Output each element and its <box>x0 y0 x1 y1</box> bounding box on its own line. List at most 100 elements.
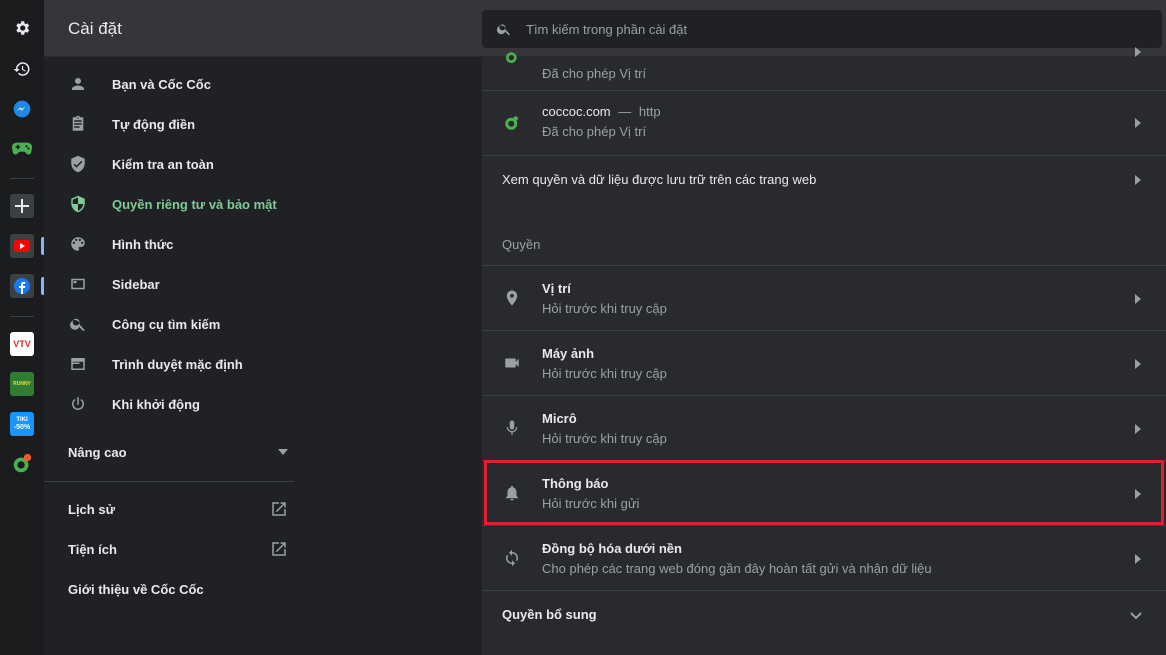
nav-item-default-browser[interactable]: Trình duyệt mặc định <box>44 344 294 384</box>
site-origin: coccoc.com — http <box>542 104 661 119</box>
youtube-icon[interactable] <box>10 234 34 258</box>
nav-item-appearance[interactable]: Hình thức <box>44 224 294 264</box>
chevron-down-icon <box>274 443 292 461</box>
additional-permissions-row[interactable]: Quyền bổ sung <box>482 590 1166 640</box>
search-icon <box>496 21 512 37</box>
facebook-icon[interactable] <box>10 274 34 298</box>
location-icon <box>502 288 522 308</box>
permission-title: Máy ảnh <box>542 346 595 361</box>
permission-status: Hỏi trước khi truy cập <box>542 366 667 381</box>
coccoc-site-icon <box>502 113 522 133</box>
nav-item-sidebar[interactable]: Sidebar <box>44 264 294 304</box>
nav-label: Khi khởi động <box>112 396 200 412</box>
nav-item-safety-check[interactable]: Kiểm tra an toàn <box>44 144 294 184</box>
view-site-data-row[interactable]: Xem quyền và dữ liệu được lưu trữ trên c… <box>482 155 1166 203</box>
privacy-shield-icon <box>68 194 88 214</box>
permission-title: Vị trí <box>542 281 571 296</box>
site-permission-status: Đã cho phép Vị trí <box>542 66 647 81</box>
chevron-right-icon <box>1134 424 1142 434</box>
tiki-label: TIKI <box>16 417 28 423</box>
history-icon[interactable] <box>10 57 34 81</box>
permission-row-location[interactable]: Vị trí Hỏi trước khi truy cập <box>482 265 1166 330</box>
nav-item-about[interactable]: Giới thiệu về Cốc Cốc <box>68 569 288 609</box>
chevron-right-icon <box>1134 554 1142 564</box>
bell-icon <box>502 483 522 503</box>
site-permission-status: Đã cho phép Vị trí <box>542 124 647 139</box>
nav-extensions-label: Tiện ích <box>68 541 117 557</box>
app-rail: VTV RUNNY TIKI -50% <box>0 0 44 655</box>
site-row-partial[interactable]: Đã cho phép Vị trí <box>482 37 1166 90</box>
chevron-right-icon <box>1134 359 1142 369</box>
nav-label: Trình duyệt mặc định <box>112 356 243 372</box>
nav-history-label: Lịch sử <box>68 501 115 517</box>
nav-label: Tự động điền <box>112 116 196 132</box>
nav-about-label: Giới thiệu về Cốc Cốc <box>68 581 204 597</box>
permission-title: Thông báo <box>542 476 609 491</box>
nav-item-history[interactable]: Lịch sử <box>68 489 288 529</box>
nav-label: Hình thức <box>112 236 174 252</box>
gamepad-icon[interactable] <box>10 137 34 161</box>
nav-label: Bạn và Cốc Cốc <box>112 76 211 92</box>
coccoc-site-icon <box>502 47 522 67</box>
permission-status: Hỏi trước khi gửi <box>542 496 640 511</box>
permission-title: Micrô <box>542 411 577 426</box>
open-in-new-icon <box>270 540 288 558</box>
nav-label: Công cụ tìm kiếm <box>112 316 221 332</box>
rail-divider <box>10 178 34 179</box>
search-placeholder: Tìm kiếm trong phần cài đặt <box>526 21 688 37</box>
permission-status: Cho phép các trang web đóng gần đây hoàn… <box>542 561 932 576</box>
add-icon[interactable] <box>10 194 34 218</box>
microphone-icon <box>502 418 522 438</box>
permission-status: Hỏi trước khi truy cập <box>542 431 667 446</box>
nav-item-on-startup[interactable]: Khi khởi động <box>44 384 294 424</box>
chevron-right-icon <box>1134 489 1142 499</box>
nav-label: Quyền riêng tư và bảo mật <box>112 196 277 212</box>
site-row-coccoc[interactable]: coccoc.com — http Đã cho phép Vị trí <box>482 90 1166 155</box>
site-domain: coccoc.com <box>542 104 611 119</box>
permissions-section-heading: Quyền <box>502 237 541 252</box>
nav-divider <box>44 481 294 482</box>
page-title: Cài đặt <box>68 19 122 38</box>
open-in-new-icon <box>270 500 288 518</box>
additional-permissions-label: Quyền bổ sung <box>502 607 597 622</box>
nav-advanced-toggle[interactable]: Nâng cao <box>68 432 288 472</box>
chevron-down-icon <box>1130 611 1142 621</box>
camera-icon <box>502 353 522 373</box>
privacy-content-panel: Đã cho phép Vị trí coccoc.com — http Đã … <box>482 47 1166 655</box>
permission-row-camera[interactable]: Máy ảnh Hỏi trước khi truy cập <box>482 330 1166 395</box>
permission-row-microphone[interactable]: Micrô Hỏi trước khi truy cập <box>482 395 1166 460</box>
view-site-data-label: Xem quyền và dữ liệu được lưu trữ trên c… <box>502 172 817 187</box>
rail-divider <box>10 316 34 317</box>
chevron-right-icon <box>1134 118 1142 128</box>
permission-title: Đồng bộ hóa dưới nền <box>542 541 682 556</box>
permission-status: Hỏi trước khi truy cập <box>542 301 667 316</box>
permission-row-background-sync[interactable]: Đồng bộ hóa dưới nền Cho phép các trang … <box>482 525 1166 590</box>
vtv-go-icon[interactable]: VTV <box>10 332 34 356</box>
nav-item-you-and-coccoc[interactable]: Bạn và Cốc Cốc <box>44 64 294 104</box>
tiki-icon[interactable]: TIKI -50% <box>10 412 34 436</box>
search-icon <box>68 314 88 334</box>
nav-item-search-engine[interactable]: Công cụ tìm kiếm <box>44 304 294 344</box>
settings-icon[interactable] <box>10 16 34 40</box>
coccoc-icon[interactable] <box>10 452 34 476</box>
site-separator: — <box>618 104 632 119</box>
clipboard-icon <box>68 114 88 134</box>
nav-label: Kiểm tra an toàn <box>112 156 214 172</box>
chevron-right-icon <box>1134 47 1142 57</box>
sync-icon <box>502 548 522 568</box>
person-icon <box>68 74 88 94</box>
chevron-right-icon <box>1134 294 1142 304</box>
game-app-icon[interactable]: RUNNY <box>10 372 34 396</box>
sidebar-icon <box>68 274 88 294</box>
messenger-icon[interactable] <box>10 97 34 121</box>
nav-item-autofill[interactable]: Tự động điền <box>44 104 294 144</box>
power-icon <box>68 394 88 414</box>
browser-icon <box>68 354 88 374</box>
nav-item-extensions[interactable]: Tiện ích <box>68 529 288 569</box>
nav-item-privacy-security[interactable]: Quyền riêng tư và bảo mật <box>44 184 294 224</box>
permission-row-notifications[interactable]: Thông báo Hỏi trước khi gửi <box>482 460 1166 525</box>
settings-nav: Bạn và Cốc Cốc Tự động điền Kiểm tra an … <box>44 57 294 655</box>
palette-icon <box>68 234 88 254</box>
shield-icon <box>68 154 88 174</box>
nav-advanced-label: Nâng cao <box>68 444 127 460</box>
